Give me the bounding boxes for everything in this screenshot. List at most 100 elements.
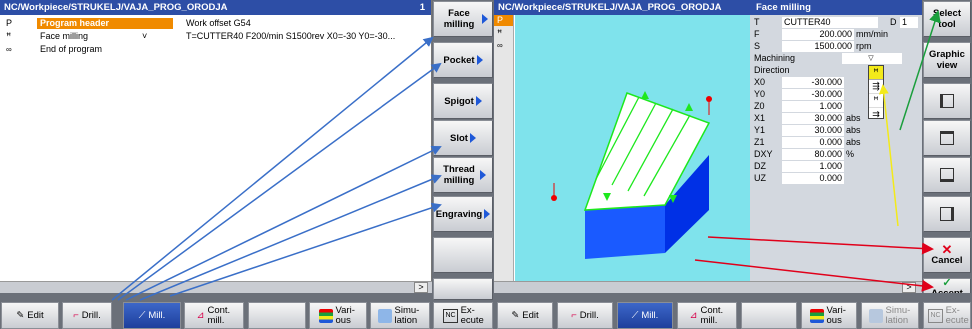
drill-softkey[interactable]: ⌐ Drill.: [62, 302, 112, 329]
param-value[interactable]: 1.000: [782, 161, 844, 172]
form-title: Face milling: [756, 2, 811, 13]
nc-icon: NC: [443, 308, 458, 323]
param-value[interactable]: -30.000: [782, 89, 844, 100]
simulation-icon: [868, 308, 883, 323]
workpiece-graphic: [551, 91, 712, 259]
view-right-icon: [940, 207, 954, 221]
program-row-face-milling[interactable]: ꟸ Face milling ˅ T=CUTTER40 F200/min S15…: [0, 31, 432, 42]
start-point: [551, 195, 557, 201]
face-milling-softkey[interactable]: Face milling: [433, 1, 493, 37]
direction-option-icon[interactable]: ꟸ: [869, 66, 883, 80]
mill-icon: ⟋: [138, 309, 146, 321]
various-icon: [809, 308, 824, 323]
param-value[interactable]: CUTTER40: [782, 17, 878, 28]
mill-softkey[interactable]: ⟋ Mill.: [123, 302, 181, 329]
param-name: X0: [754, 77, 766, 87]
various-softkey[interactable]: Vari- ous: [309, 302, 367, 329]
param-unit: %: [846, 149, 855, 159]
arrow-right-icon: [482, 14, 488, 24]
left-scroll-bar[interactable]: >: [0, 281, 432, 293]
various-softkey[interactable]: Vari- ous: [801, 302, 857, 329]
param-value[interactable]: 30.000: [782, 113, 844, 124]
param-name: Z0: [754, 101, 765, 111]
softkey-label: Select tool: [933, 8, 961, 30]
param-unit: abs: [846, 113, 861, 123]
edit-icon: ✎: [511, 309, 520, 321]
direction-option-icon[interactable]: ⇉: [869, 108, 883, 121]
channel-number: 1: [419, 2, 425, 13]
select-tool-softkey[interactable]: Select tool: [923, 1, 971, 37]
softkey-label: Simu- lation: [885, 304, 911, 326]
contour-mill-softkey[interactable]: ⊿ Cont. mill.: [184, 302, 244, 329]
edit-softkey[interactable]: ✎ Edit: [497, 302, 553, 329]
empty-softkey-8[interactable]: [433, 278, 493, 300]
view-bottom-icon: [940, 168, 954, 182]
param-value[interactable]: -30.000: [782, 77, 844, 88]
arrow-right-icon: [480, 170, 486, 180]
softkey-label: Ex- ecute: [945, 304, 969, 326]
machining-select[interactable]: ▽: [842, 53, 902, 64]
softkey-label: Spigot: [444, 95, 474, 107]
arrow-right-icon: [475, 96, 482, 106]
softkey-label: Edit: [27, 309, 44, 321]
param-unit: abs: [846, 125, 861, 135]
param-name: Direction: [754, 65, 790, 75]
param-extra-val[interactable]: 1: [900, 17, 918, 28]
param-value[interactable]: 200.000: [782, 29, 854, 40]
thread-milling-softkey[interactable]: Thread milling: [433, 157, 493, 193]
cancel-softkey[interactable]: ✕ Cancel: [923, 237, 971, 273]
empty-softkey-7[interactable]: [433, 237, 493, 273]
mill-softkey[interactable]: ⟋ Mill.: [617, 302, 673, 329]
right-scroll-button[interactable]: >: [902, 282, 916, 293]
param-value[interactable]: 30.000: [782, 125, 844, 136]
param-value[interactable]: 80.000: [782, 149, 844, 160]
param-name: X1: [754, 113, 766, 123]
direction-dropdown[interactable]: ꟸ ⇶ ꟸ ⇉: [868, 65, 884, 119]
softkey-label: Edit: [522, 309, 539, 321]
engraving-softkey[interactable]: Engraving: [433, 196, 493, 232]
spigot-softkey[interactable]: Spigot: [433, 83, 493, 119]
direction-option-icon[interactable]: ꟸ: [869, 94, 883, 108]
slot-softkey[interactable]: Slot: [433, 120, 493, 156]
param-value[interactable]: 1500.000: [782, 41, 854, 52]
simulation-softkey[interactable]: Simu- lation: [861, 302, 919, 329]
softkey-label: Mill.: [148, 309, 166, 321]
view-top-softkey[interactable]: [923, 120, 971, 156]
left-scroll-button[interactable]: >: [414, 282, 428, 293]
simulation-softkey[interactable]: Simu- lation: [370, 302, 430, 329]
softkey-label: Vari- ous: [826, 304, 846, 326]
graphic-view-softkey[interactable]: Graphic view: [923, 42, 971, 78]
contour-mill-softkey[interactable]: ⊿ Cont. mill.: [677, 302, 737, 329]
right-scroll-bar[interactable]: >: [494, 281, 922, 293]
pocket-softkey[interactable]: Pocket: [433, 42, 493, 78]
row-name: Face milling: [40, 31, 89, 41]
param-name: DXY: [754, 149, 773, 159]
param-name: S: [754, 41, 761, 51]
mini-tree: P ꟸ ∞: [494, 15, 514, 281]
arrow-right-icon: [469, 133, 476, 143]
view-top-icon: [940, 131, 954, 145]
empty-bottom-softkey[interactable]: [248, 302, 306, 329]
view-left-softkey[interactable]: [923, 83, 971, 119]
param-value[interactable]: 0.000: [782, 137, 844, 148]
row-icon: ꟸ: [6, 31, 12, 41]
drill-softkey[interactable]: ⌐ Drill.: [557, 302, 613, 329]
view-bottom-softkey[interactable]: [923, 157, 971, 193]
view-right-softkey[interactable]: [923, 196, 971, 232]
arrow-right-icon: [476, 55, 483, 65]
row-detail: Work offset G54: [186, 18, 251, 28]
edit-softkey[interactable]: ✎ Edit: [1, 302, 59, 329]
execute-softkey[interactable]: NC Ex- ecute: [923, 302, 971, 329]
execute-softkey[interactable]: NC Ex- ecute: [433, 302, 493, 329]
param-value[interactable]: 1.000: [782, 101, 844, 112]
program-row-end[interactable]: ∞ End of program: [0, 44, 432, 55]
softkey-label: Thread milling: [443, 164, 475, 186]
empty-bottom-softkey[interactable]: [741, 302, 797, 329]
right-pane: NC/Workpiece/STRUKELJ/VAJA_PROG_ORODJA F…: [494, 0, 922, 293]
program-row-header[interactable]: P Program header Work offset G54: [0, 18, 432, 29]
tree-selected[interactable]: P: [494, 15, 513, 26]
direction-option-icon[interactable]: ⇶: [869, 80, 883, 94]
param-name: DZ: [754, 161, 766, 171]
softkey-label: Simu- lation: [394, 304, 420, 326]
param-value[interactable]: 0.000: [782, 173, 844, 184]
